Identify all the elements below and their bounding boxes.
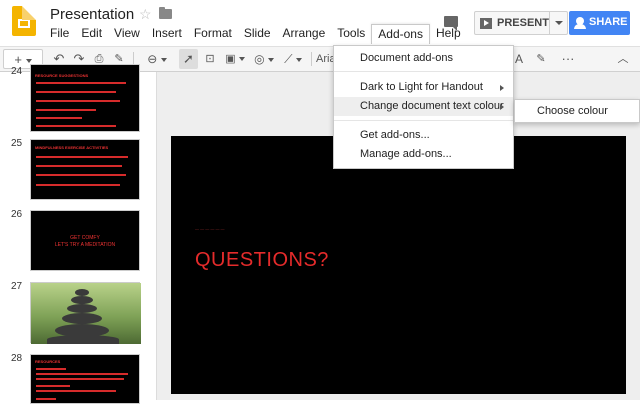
- collapse-toolbar-icon[interactable]: ︿: [614, 49, 632, 69]
- menu-divider: [334, 71, 513, 72]
- slide-number: 24: [11, 66, 23, 77]
- menu-item-change-text-colour[interactable]: Change document text colour: [334, 97, 513, 116]
- share-label: SHARE: [589, 16, 628, 28]
- slides-logo-icon[interactable]: [12, 6, 36, 36]
- more-options-icon[interactable]: ···: [558, 49, 578, 69]
- line-icon[interactable]: ⟋: [280, 49, 306, 69]
- menu-insert[interactable]: Insert: [146, 24, 188, 44]
- menu-tools[interactable]: Tools: [331, 24, 371, 44]
- submenu-arrow-icon: [500, 104, 504, 110]
- slide-filmstrip: 24 RESOURCE SUGGESTIONS 25 MINDFULNESS E…: [0, 64, 157, 404]
- menu-edit[interactable]: Edit: [75, 24, 108, 44]
- person-icon: [574, 17, 586, 29]
- menu-add-ons[interactable]: Add-ons: [371, 24, 430, 44]
- text-color-button[interactable]: A: [514, 49, 524, 69]
- menu-divider: [334, 120, 513, 121]
- present-label: PRESENT: [497, 17, 549, 29]
- slide-heading[interactable]: QUESTIONS?: [195, 249, 329, 272]
- document-title[interactable]: Presentation: [50, 6, 134, 23]
- slide-thumbnail-title: MINDFULNESS EXERCISE ACTIVITIES: [35, 145, 109, 150]
- slide-thumbnail-title: RESOURCES: [35, 359, 61, 364]
- slide-thumbnail-text: LET'S TRY A MEDITATION: [54, 242, 116, 248]
- slide-number: 28: [11, 353, 23, 364]
- share-button[interactable]: SHARE: [569, 11, 630, 35]
- menu-slide[interactable]: Slide: [238, 24, 277, 44]
- menu-format[interactable]: Format: [188, 24, 238, 44]
- image-icon[interactable]: ▣: [222, 49, 248, 69]
- slide-thumbnail[interactable]: RESOURCES: [30, 354, 140, 404]
- text-box-icon[interactable]: ⊡: [201, 49, 219, 69]
- slide-thumbnail[interactable]: [30, 282, 141, 344]
- change-text-colour-submenu: Choose colour: [514, 99, 640, 123]
- slide-number: 26: [11, 209, 23, 220]
- menu-view[interactable]: View: [108, 24, 146, 44]
- shape-icon[interactable]: ◎: [251, 49, 277, 69]
- slide-thumbnail[interactable]: GET COMFY LET'S TRY A MEDITATION: [30, 210, 140, 271]
- add-ons-dropdown-menu: Document add-ons Dark to Light for Hando…: [333, 45, 514, 169]
- comments-button[interactable]: [437, 10, 465, 36]
- slide-number: 27: [11, 281, 23, 292]
- toolbar-divider: [311, 52, 312, 66]
- menu-item-dark-to-light[interactable]: Dark to Light for Handout: [334, 78, 513, 97]
- menu-bar: File Edit View Insert Format Slide Arran…: [44, 24, 467, 44]
- slide-thumbnail[interactable]: RESOURCE SUGGESTIONS: [30, 64, 140, 132]
- app-header: Presentation ☆ File Edit View Insert For…: [0, 0, 640, 46]
- slide-thumbnail-text: GET COMFY: [70, 235, 100, 241]
- menu-item-document-add-ons[interactable]: Document add-ons: [334, 49, 513, 68]
- menu-item-choose-colour[interactable]: Choose colour: [515, 102, 639, 121]
- select-tool-icon[interactable]: ➚: [179, 49, 198, 69]
- comment-icon: [444, 16, 458, 31]
- present-button[interactable]: PRESENT: [474, 11, 568, 35]
- current-slide[interactable]: — — — — — — QUESTIONS?: [171, 136, 626, 394]
- slide-thumbnail-title: RESOURCE SUGGESTIONS: [35, 73, 89, 78]
- star-icon[interactable]: ☆: [139, 6, 152, 23]
- play-icon: [480, 18, 492, 29]
- folder-icon[interactable]: [159, 7, 172, 19]
- zoom-button[interactable]: ⊖: [142, 49, 172, 69]
- highlight-color-icon[interactable]: ✎: [533, 49, 549, 69]
- present-dropdown-chevron-icon[interactable]: [549, 12, 567, 34]
- slide-thumbnail[interactable]: MINDFULNESS EXERCISE ACTIVITIES: [30, 139, 140, 200]
- slide-subtitle-placeholder: — — — — — —: [195, 226, 225, 231]
- font-family-select[interactable]: Aria: [316, 49, 336, 69]
- stacked-stones-image: [31, 283, 141, 344]
- menu-arrange[interactable]: Arrange: [277, 24, 332, 44]
- slide-number: 25: [11, 138, 23, 149]
- menu-file[interactable]: File: [44, 24, 75, 44]
- submenu-arrow-icon: [500, 85, 504, 91]
- menu-item-get-add-ons[interactable]: Get add-ons...: [334, 126, 513, 145]
- menu-item-manage-add-ons[interactable]: Manage add-ons...: [334, 145, 513, 164]
